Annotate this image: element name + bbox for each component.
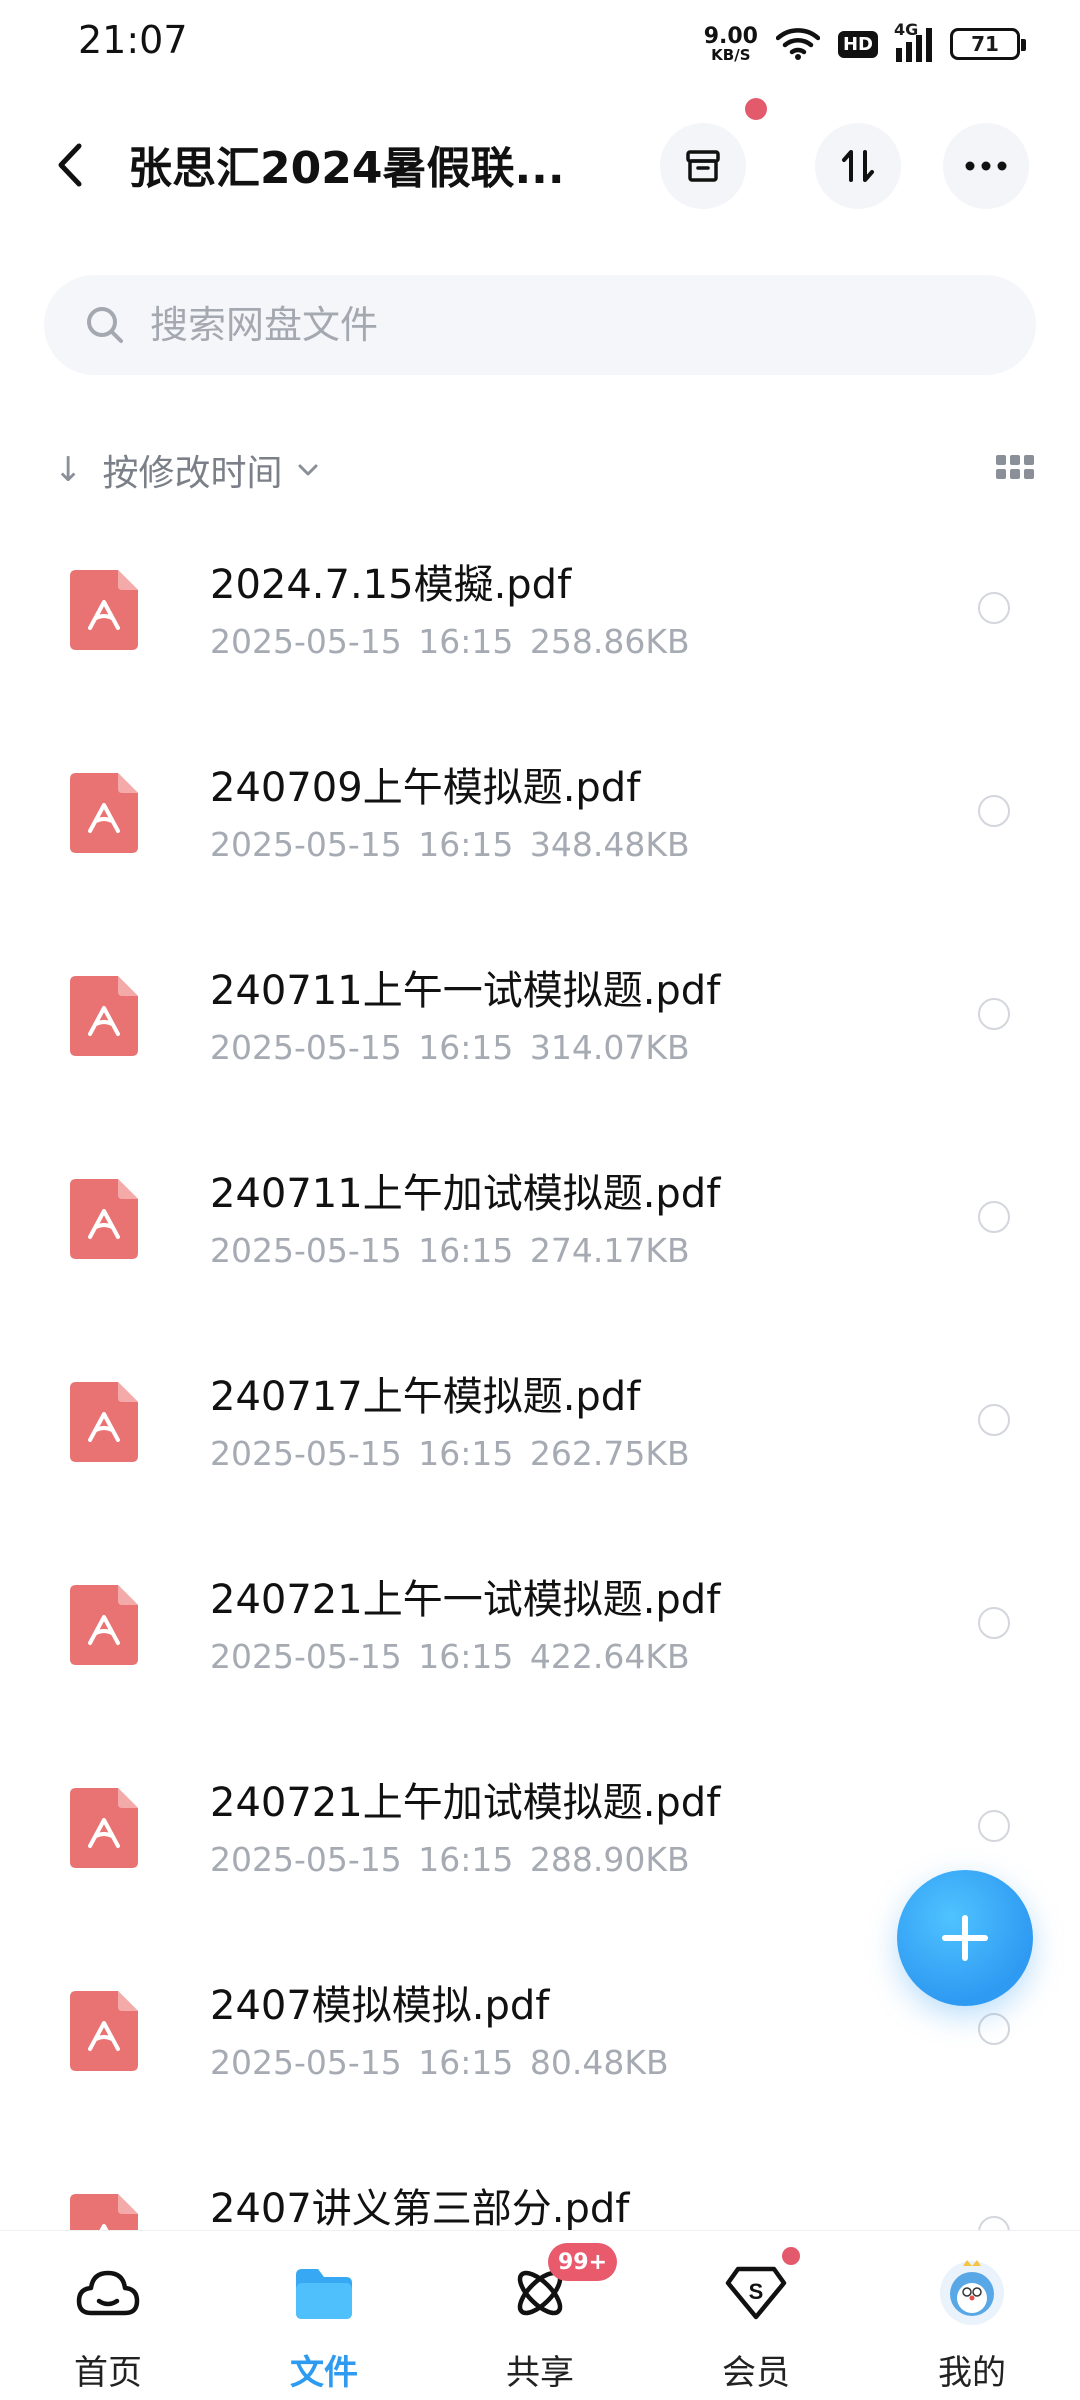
search-input[interactable] [150,303,970,347]
file-meta: 2025-05-15 16:15 262.75KB [210,1434,690,1473]
nav-home[interactable]: 首页 [28,2231,188,2400]
file-meta: 2025-05-15 16:15 348.48KB [210,825,690,864]
file-meta: 2025-05-15 16:15 314.07KB [210,1028,690,1067]
file-row[interactable]: 240709上午模拟题.pdf 2025-05-15 16:15 348.48K… [0,733,1080,936]
share-badge: 99+ [548,2243,618,2281]
file-name: 240717上午模拟题.pdf [210,1374,641,1420]
nav-vip[interactable]: S 会员 [676,2231,836,2400]
file-meta: 2025-05-15 16:15 422.64KB [210,1637,690,1676]
nav-share[interactable]: 99+ 共享 [460,2231,620,2400]
select-checkbox[interactable] [978,998,1010,1030]
vip-notification-dot [782,2247,800,2265]
add-button[interactable] [897,1870,1033,2006]
network-speed-value: 9.00 [703,23,758,49]
orbit-icon: 99+ [504,2243,618,2329]
pdf-file-icon [70,773,138,853]
network-speed: 9.00 KB/S [703,23,758,64]
svg-text:S: S [749,2279,764,2304]
file-name: 2407讲义第三部分.pdf [210,2186,630,2232]
more-button[interactable] [943,123,1029,209]
file-meta: 2025-05-15 16:15 80.48KB [210,2043,669,2082]
transfer-icon [842,150,874,182]
transfer-button[interactable] [815,123,901,209]
file-row[interactable]: 2024.7.15模擬.pdf 2025-05-15 16:15 258.86K… [0,530,1080,733]
file-list: 2024.7.15模擬.pdf 2025-05-15 16:15 258.86K… [0,530,1080,2357]
chevron-left-icon [58,143,82,187]
select-checkbox[interactable] [978,592,1010,624]
folder-title: 张思汇2024暑假联... [128,143,565,194]
select-checkbox[interactable] [978,1810,1010,1842]
file-name: 240721上午一试模拟题.pdf [210,1577,721,1623]
nav-files-label: 文件 [290,2353,358,2393]
pdf-file-icon [70,1788,138,1868]
archive-icon [686,150,720,182]
pdf-file-icon [70,1991,138,2071]
folder-icon [288,2257,360,2329]
file-name: 2024.7.15模擬.pdf [210,562,572,608]
bottom-navigation: 首页 文件 99+ 共享 S 会员 我的 [0,2230,1080,2400]
file-meta: 2025-05-15 16:15 258.86KB [210,622,690,661]
battery-level: 71 [971,32,999,56]
chevron-down-icon[interactable] [297,463,319,477]
cloud-home-icon [72,2257,144,2329]
file-meta: 2025-05-15 16:15 274.17KB [210,1231,690,1270]
more-horizontal-icon [965,161,1007,171]
sort-direction-icon[interactable]: ↓ [54,450,83,490]
nav-vip-label: 会员 [722,2353,790,2393]
cellular-signal: 4G [894,20,932,62]
pdf-file-icon [70,1382,138,1462]
file-row[interactable]: 240711上午一试模拟题.pdf 2025-05-15 16:15 314.0… [0,936,1080,1139]
file-meta: 2025-05-15 16:15 288.90KB [210,1840,690,1879]
nav-share-label: 共享 [506,2353,574,2393]
status-icons: 9.00 KB/S HD 4G 71 [703,20,1026,68]
hd-badge: HD [837,30,878,58]
screen: 21:07 9.00 KB/S HD 4G 71 张思汇2024暑假联... 搜… [0,0,1080,2400]
plus-icon [942,1915,988,1961]
header: 张思汇2024暑假联... [0,98,1080,220]
select-checkbox[interactable] [978,2013,1010,2045]
file-row[interactable]: 240711上午加试模拟题.pdf 2025-05-15 16:15 274.1… [0,1139,1080,1342]
select-checkbox[interactable] [978,1404,1010,1436]
pdf-file-icon [70,976,138,1056]
grid-view-icon[interactable] [996,455,1034,483]
wifi-icon [775,28,820,60]
nav-home-label: 首页 [74,2353,142,2393]
network-speed-unit: KB/S [711,45,751,64]
network-type: 4G [894,20,919,39]
status-time: 21:07 [78,18,188,62]
pdf-file-icon [70,570,138,650]
file-name: 2407模拟模拟.pdf [210,1983,550,2029]
nav-files[interactable]: 文件 [244,2231,404,2400]
status-bar: 21:07 9.00 KB/S HD 4G 71 [0,0,1080,90]
pdf-file-icon [70,1585,138,1665]
file-row[interactable]: 240721上午一试模拟题.pdf 2025-05-15 16:15 422.6… [0,1545,1080,1748]
file-name: 240721上午加试模拟题.pdf [210,1780,721,1826]
notification-dot [745,98,767,120]
sort-bar: ↓ 按修改时间 [54,440,1034,500]
nav-me[interactable]: 我的 [892,2231,1052,2400]
battery-icon: 71 [950,28,1026,60]
search-icon [82,302,128,348]
sort-dropdown[interactable]: 按修改时间 [103,444,283,496]
nav-me-label: 我的 [938,2353,1006,2393]
file-row[interactable]: 240717上午模拟题.pdf 2025-05-15 16:15 262.75K… [0,1342,1080,1545]
select-checkbox[interactable] [978,1607,1010,1639]
pdf-file-icon [70,1179,138,1259]
vip-diamond-icon: S [720,2247,800,2329]
search-bar[interactable] [44,275,1036,375]
select-checkbox[interactable] [978,1201,1010,1233]
file-name: 240709上午模拟题.pdf [210,765,641,811]
archive-button[interactable] [660,123,746,209]
file-name: 240711上午一试模拟题.pdf [210,968,721,1014]
file-name: 240711上午加试模拟题.pdf [210,1171,721,1217]
select-checkbox[interactable] [978,795,1010,827]
back-button[interactable] [40,130,100,200]
avatar [936,2257,1008,2329]
